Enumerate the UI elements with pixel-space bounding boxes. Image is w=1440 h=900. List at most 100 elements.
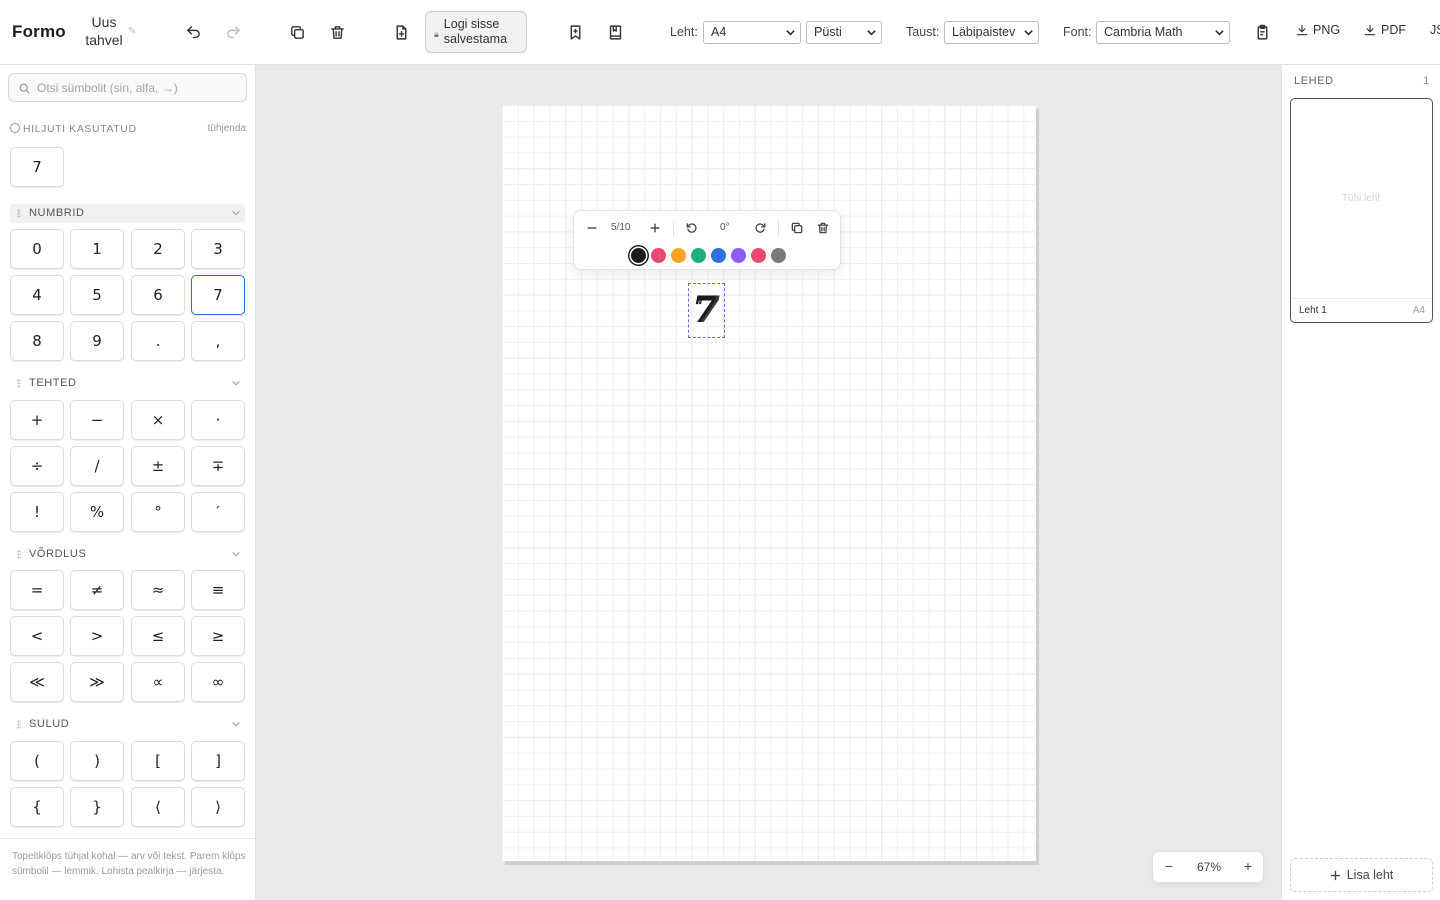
comparison-key[interactable]: ≪	[10, 662, 64, 702]
undo-icon	[186, 25, 200, 38]
drag-handle-icon[interactable]	[17, 720, 21, 729]
color-swatch[interactable]	[731, 248, 746, 263]
comparison-key[interactable]: ≡	[191, 570, 245, 610]
zoom-in-button[interactable]: +	[1239, 858, 1257, 876]
comparison-key[interactable]: <	[10, 616, 64, 656]
number-key[interactable]: 3	[191, 229, 245, 269]
zoom-out-button[interactable]: −	[1160, 858, 1178, 876]
duplicate-button[interactable]	[285, 20, 309, 44]
add-page-button[interactable]: Lisa leht	[1290, 858, 1433, 892]
number-key[interactable]: 7	[191, 275, 245, 315]
number-key[interactable]: 9	[70, 321, 124, 361]
number-key[interactable]: .	[131, 321, 185, 361]
number-key[interactable]: 1	[70, 229, 124, 269]
bookmark-plus-icon	[570, 24, 580, 40]
comparison-key[interactable]: ≈	[131, 570, 185, 610]
export-js-button[interactable]: JS	[1430, 23, 1440, 37]
color-swatch[interactable]	[691, 248, 706, 263]
bracket-key[interactable]: (	[10, 741, 64, 781]
number-key[interactable]: 6	[131, 275, 185, 315]
chevron-down-icon	[232, 380, 240, 386]
redo-button[interactable]	[221, 20, 245, 44]
drag-handle-icon[interactable]	[17, 379, 21, 388]
page-thumbnail[interactable]: Tühi leht Leht 1 A4	[1290, 98, 1433, 323]
section-header-operations[interactable]: TEHTED	[10, 374, 245, 393]
section-header-comparison[interactable]: VÕRDLUS	[10, 545, 245, 564]
login-to-save-button[interactable]: 🔒︎ Logi sisse salvestama	[425, 11, 527, 53]
number-key[interactable]: 4	[10, 275, 64, 315]
operation-key[interactable]: °	[131, 492, 185, 532]
comparison-key[interactable]: ≫	[70, 662, 124, 702]
comparison-key[interactable]: >	[70, 616, 124, 656]
comparison-key[interactable]: ∞	[191, 662, 245, 702]
recent-symbol-key[interactable]: 7	[10, 147, 64, 187]
pencil-icon[interactable]: ✎	[128, 26, 138, 37]
color-swatch[interactable]	[671, 248, 686, 263]
operation-key[interactable]: ∓	[191, 446, 245, 486]
comparison-key[interactable]: ∝	[131, 662, 185, 702]
document-title[interactable]: Uus tahvel	[82, 13, 126, 49]
color-swatch[interactable]	[771, 248, 786, 263]
undo-button[interactable]	[181, 20, 205, 44]
chevron-down-icon	[232, 210, 240, 216]
operation-key[interactable]: ·	[191, 400, 245, 440]
font-select[interactable]: Cambria Math	[1096, 21, 1230, 44]
section-header-numbers[interactable]: NUMBRID	[10, 204, 245, 223]
number-key[interactable]: 5	[70, 275, 124, 315]
export-pdf-button[interactable]: PDF	[1363, 23, 1406, 37]
operation-key[interactable]: ′	[191, 492, 245, 532]
bookmarks-button[interactable]	[603, 20, 627, 44]
operation-key[interactable]: %	[70, 492, 124, 532]
search-input[interactable]	[37, 79, 237, 97]
bracket-key[interactable]: }	[70, 787, 124, 827]
orientation-select[interactable]: Püsti	[806, 21, 882, 44]
bracket-key[interactable]: )	[70, 741, 124, 781]
comparison-key[interactable]: ≤	[131, 616, 185, 656]
rotate-left-button[interactable]	[683, 219, 701, 237]
bracket-key[interactable]: ⟩	[191, 787, 245, 827]
page-size-select[interactable]: A4	[703, 21, 801, 44]
delete-button[interactable]	[325, 20, 349, 44]
drag-handle-icon[interactable]	[17, 209, 21, 218]
operation-key[interactable]: ÷	[10, 446, 64, 486]
comparison-key[interactable]: ≥	[191, 616, 245, 656]
comparison-key[interactable]: =	[10, 570, 64, 610]
operation-key[interactable]: ×	[131, 400, 185, 440]
bookmark-add-button[interactable]	[563, 20, 587, 44]
number-key[interactable]: 2	[131, 229, 185, 269]
color-swatch[interactable]	[631, 248, 646, 263]
bracket-key[interactable]: {	[10, 787, 64, 827]
color-swatch[interactable]	[751, 248, 766, 263]
canvas-area[interactable]: 7 7 5/10 0° − 67% +	[256, 65, 1281, 900]
copy-to-clipboard-button[interactable]	[1250, 20, 1274, 44]
book-icon	[609, 24, 621, 40]
bracket-key[interactable]: [	[131, 741, 185, 781]
zoom-level: 67%	[1196, 860, 1222, 874]
operation-key[interactable]: ±	[131, 446, 185, 486]
section-header-brackets[interactable]: SULUD	[10, 715, 245, 734]
duplicate-symbol-button[interactable]	[788, 219, 806, 237]
delete-symbol-button[interactable]	[814, 219, 832, 237]
symbol-search	[8, 73, 247, 102]
operation-key[interactable]: /	[70, 446, 124, 486]
rotate-right-button[interactable]	[751, 219, 769, 237]
background-select[interactable]: Läbipaistev	[944, 21, 1039, 44]
bracket-key[interactable]: ]	[191, 741, 245, 781]
operation-key[interactable]: −	[70, 400, 124, 440]
number-key[interactable]: ,	[191, 321, 245, 361]
number-key[interactable]: 0	[10, 229, 64, 269]
decrease-size-button[interactable]	[583, 219, 601, 237]
number-key[interactable]: 8	[10, 321, 64, 361]
clear-recent-button[interactable]: tühjenda	[208, 123, 246, 134]
drag-handle-icon[interactable]	[17, 550, 21, 559]
comparison-key[interactable]: ≠	[70, 570, 124, 610]
new-document-button[interactable]	[389, 20, 413, 44]
increase-size-button[interactable]	[646, 219, 664, 237]
selected-symbol[interactable]: 7 7	[688, 283, 725, 338]
color-swatch[interactable]	[711, 248, 726, 263]
export-png-button[interactable]: PNG	[1295, 23, 1340, 37]
operation-key[interactable]: +	[10, 400, 64, 440]
bracket-key[interactable]: ⟨	[131, 787, 185, 827]
operation-key[interactable]: !	[10, 492, 64, 532]
color-swatch[interactable]	[651, 248, 666, 263]
